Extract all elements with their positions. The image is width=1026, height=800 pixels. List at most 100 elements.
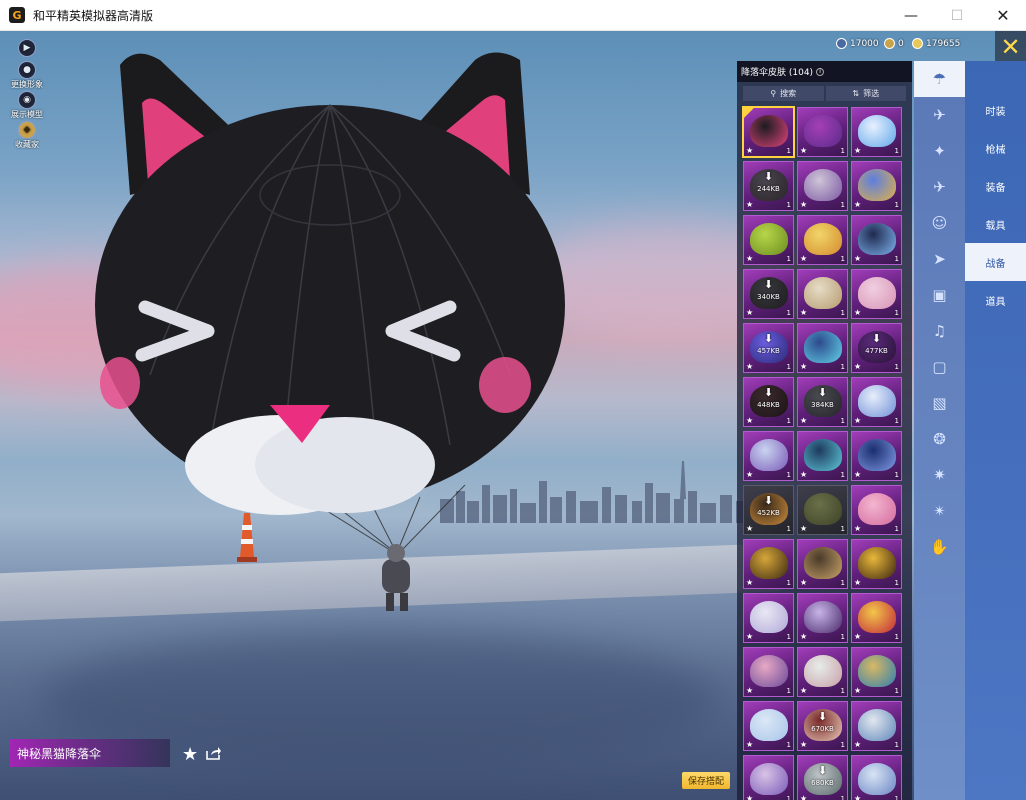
save-outfit-button[interactable]: 保存搭配 bbox=[682, 772, 730, 789]
left-menu-label: 展示模型 bbox=[11, 110, 43, 119]
parachute-icon[interactable]: ☂ bbox=[914, 61, 965, 97]
category-tab[interactable]: 道具 bbox=[965, 281, 1026, 319]
parachute-skin-item[interactable]: ★ 1 bbox=[851, 701, 902, 751]
star-icon: ★ bbox=[854, 416, 862, 425]
parachute-skin-item[interactable]: ★ 1 bbox=[797, 215, 848, 265]
filter-button[interactable]: ⇅ 筛选 bbox=[825, 86, 906, 101]
search-button[interactable]: ⚲ 搜索 bbox=[743, 86, 824, 101]
parachute-skin-item[interactable]: ⬇ 244KB ★ 1 bbox=[743, 161, 794, 211]
maximize-icon[interactable]: ☐ bbox=[934, 0, 980, 31]
parachute-skin-item[interactable]: ★ 1 bbox=[851, 377, 902, 427]
frame-icon[interactable]: ▢ bbox=[914, 349, 965, 385]
parachute-skin-item[interactable]: ⬇ 452KB ★ 1 bbox=[743, 485, 794, 535]
parachute-skin-item[interactable]: ★ 1 bbox=[797, 647, 848, 697]
left-menu-change-look[interactable]: ● 更换形象 bbox=[10, 61, 44, 90]
filter-label: 筛选 bbox=[863, 89, 880, 98]
parachute-skin-item[interactable]: ★ 1 bbox=[851, 485, 902, 535]
spray-icon[interactable]: ❂ bbox=[914, 421, 965, 457]
left-menu-label: 收藏家 bbox=[15, 140, 39, 149]
info-icon[interactable]: i bbox=[816, 67, 825, 76]
parachute-skin-item[interactable]: ★ 1 bbox=[797, 431, 848, 481]
parachute-skin-item[interactable]: ⬇ 680KB ★ 1 bbox=[797, 755, 848, 800]
parachute-thumbnail bbox=[750, 709, 788, 741]
item-count: 1 bbox=[786, 741, 791, 749]
parachute-skin-item[interactable]: ⬇ 457KB ★ 1 bbox=[743, 323, 794, 373]
item-count: 1 bbox=[894, 525, 899, 533]
parachute-skin-item[interactable]: ★ 1 bbox=[743, 215, 794, 265]
parachute-skin-item[interactable]: ★ 1 bbox=[851, 755, 902, 800]
parachute-skin-item[interactable]: ⬇ 448KB ★ 1 bbox=[743, 377, 794, 427]
jet-icon[interactable]: ➤ bbox=[914, 241, 965, 277]
download-icon: ⬇ bbox=[763, 494, 774, 507]
currency-value: 0 bbox=[898, 38, 904, 49]
parachute-skin-item[interactable]: ★ 1 bbox=[851, 431, 902, 481]
parachute-skin-item[interactable]: ★ 1 bbox=[851, 269, 902, 319]
category-tab[interactable]: 战备 bbox=[965, 243, 1026, 281]
parachute-skin-item[interactable]: ⬇ 384KB ★ 1 bbox=[797, 377, 848, 427]
parachute-skin-item[interactable]: ★ 1 bbox=[851, 539, 902, 589]
robot-icon[interactable]: ▣ bbox=[914, 277, 965, 313]
sound-icon[interactable]: ♫ bbox=[914, 313, 965, 349]
parachute-skin-item[interactable]: ★ 1 bbox=[742, 106, 795, 158]
item-count: 1 bbox=[840, 579, 845, 587]
panel-title: 降落伞皮肤 (104) bbox=[741, 68, 814, 78]
parachute-skin-item[interactable]: ★ 1 bbox=[851, 215, 902, 265]
parachute-skin-item[interactable]: ★ 1 bbox=[743, 431, 794, 481]
parachute-skin-item[interactable]: ★ 1 bbox=[851, 161, 902, 211]
item-count: 1 bbox=[894, 417, 899, 425]
star-icon[interactable]: ★ bbox=[182, 744, 198, 765]
left-menu-collector[interactable]: ◆ 收藏家 bbox=[10, 121, 44, 150]
parachute-skin-item[interactable]: ★ 1 bbox=[797, 161, 848, 211]
parachute-thumbnail bbox=[804, 655, 842, 687]
plane-icon[interactable]: ✈ bbox=[914, 169, 965, 205]
left-menu-play[interactable]: ▶ bbox=[10, 39, 44, 57]
parachute-skin-item[interactable]: ⬇ 670KB ★ 1 bbox=[797, 701, 848, 751]
parachute-skin-item[interactable]: ★ 1 bbox=[743, 593, 794, 643]
parachute-thumbnail bbox=[858, 493, 896, 525]
parachute-skin-item[interactable]: ★ 1 bbox=[851, 647, 902, 697]
item-count: 1 bbox=[894, 309, 899, 317]
parachute-thumbnail bbox=[750, 439, 788, 471]
effect-icon[interactable]: ✷ bbox=[914, 457, 965, 493]
category-tab[interactable]: 时装 bbox=[965, 91, 1026, 129]
item-count: 1 bbox=[840, 417, 845, 425]
category-tab[interactable]: 装备 bbox=[965, 167, 1026, 205]
parachute-thumbnail bbox=[750, 547, 788, 579]
parachute-skin-item[interactable]: ★ 1 bbox=[743, 755, 794, 800]
play-icon: ▶ bbox=[18, 39, 36, 57]
parachute-skin-item[interactable]: ★ 1 bbox=[797, 323, 848, 373]
star-icon: ★ bbox=[854, 200, 862, 209]
drone-icon[interactable]: ✦ bbox=[914, 133, 965, 169]
category-tab[interactable]: 载具 bbox=[965, 205, 1026, 243]
emote-icon[interactable]: ☺ bbox=[914, 205, 965, 241]
parachute-thumbnail bbox=[804, 493, 842, 525]
app-logo-icon: G bbox=[9, 7, 25, 23]
parachute-thumbnail bbox=[750, 601, 788, 633]
close-icon[interactable]: ✕ bbox=[980, 0, 1026, 31]
parachute-skin-item[interactable]: ⬇ 477KB ★ 1 bbox=[851, 323, 902, 373]
star-icon: ★ bbox=[746, 686, 754, 695]
parachute-skin-item[interactable]: ★ 1 bbox=[797, 107, 848, 157]
close-overlay-button[interactable]: ✕ bbox=[995, 31, 1026, 62]
photo-icon[interactable]: ▧ bbox=[914, 385, 965, 421]
parachute-skin-item[interactable]: ★ 1 bbox=[851, 107, 902, 157]
share-icon[interactable] bbox=[205, 746, 221, 760]
parachute-thumbnail bbox=[858, 115, 896, 147]
parachute-skin-item[interactable]: ★ 1 bbox=[797, 593, 848, 643]
parachute-skin-item[interactable]: ★ 1 bbox=[743, 539, 794, 589]
parachute-skin-item[interactable]: ⬇ 340KB ★ 1 bbox=[743, 269, 794, 319]
parachute-skin-item[interactable]: ★ 1 bbox=[743, 647, 794, 697]
wand-icon[interactable]: ✴ bbox=[914, 493, 965, 529]
hand-icon[interactable]: ✋ bbox=[914, 529, 965, 565]
item-count: 1 bbox=[786, 633, 791, 641]
glider-icon[interactable]: ✈ bbox=[914, 97, 965, 133]
parachute-skin-item[interactable]: ★ 1 bbox=[797, 539, 848, 589]
category-tab[interactable]: 枪械 bbox=[965, 129, 1026, 167]
parachute-skin-item[interactable]: ★ 1 bbox=[797, 269, 848, 319]
parachute-skin-item[interactable]: ★ 1 bbox=[743, 701, 794, 751]
parachute-skin-item[interactable]: ★ 1 bbox=[797, 485, 848, 535]
left-menu-show-model[interactable]: ◉ 展示模型 bbox=[10, 91, 44, 120]
star-icon: ★ bbox=[854, 794, 862, 800]
parachute-skin-item[interactable]: ★ 1 bbox=[851, 593, 902, 643]
minimize-icon[interactable]: — bbox=[888, 0, 934, 31]
